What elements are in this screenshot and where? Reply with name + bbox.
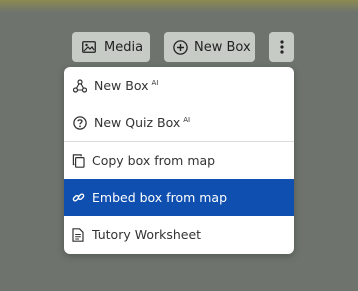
dropdown-menu: New Box AI New Quiz Box AI Copy box from m… [64,67,294,254]
media-button[interactable]: Media [72,32,150,62]
document-icon [70,227,86,243]
share-nodes-icon [72,78,88,94]
menu-item-label: Embed box from map [92,190,228,205]
menu-item-new-box[interactable]: New Box AI [64,67,294,104]
top-strip [0,0,358,12]
menu-item-embed-box[interactable]: Embed box from map [64,179,294,216]
menu-item-label: New Quiz Box [94,115,181,130]
ai-badge: AI [151,79,159,87]
menu-item-tutory-worksheet[interactable]: Tutory Worksheet [64,216,294,253]
vertical-dots-icon [279,40,284,54]
menu-item-label: Copy box from map [92,153,216,168]
menu-item-label: Tutory Worksheet [92,227,202,242]
menu-item-label: New Box [94,78,149,93]
menu-item-new-quiz-box[interactable]: New Quiz Box AI [64,104,294,141]
question-circle-icon [72,115,88,131]
new-box-button-label: New Box [194,39,251,55]
menu-item-copy-box[interactable]: Copy box from map [64,142,294,179]
plus-circle-icon [173,39,188,55]
new-box-button[interactable]: New Box [164,32,255,62]
image-icon [82,41,96,53]
more-options-button[interactable] [269,32,294,62]
ai-badge: AI [183,116,191,124]
media-button-label: Media [104,39,144,55]
link-icon [70,190,86,206]
copy-icon [70,153,86,169]
